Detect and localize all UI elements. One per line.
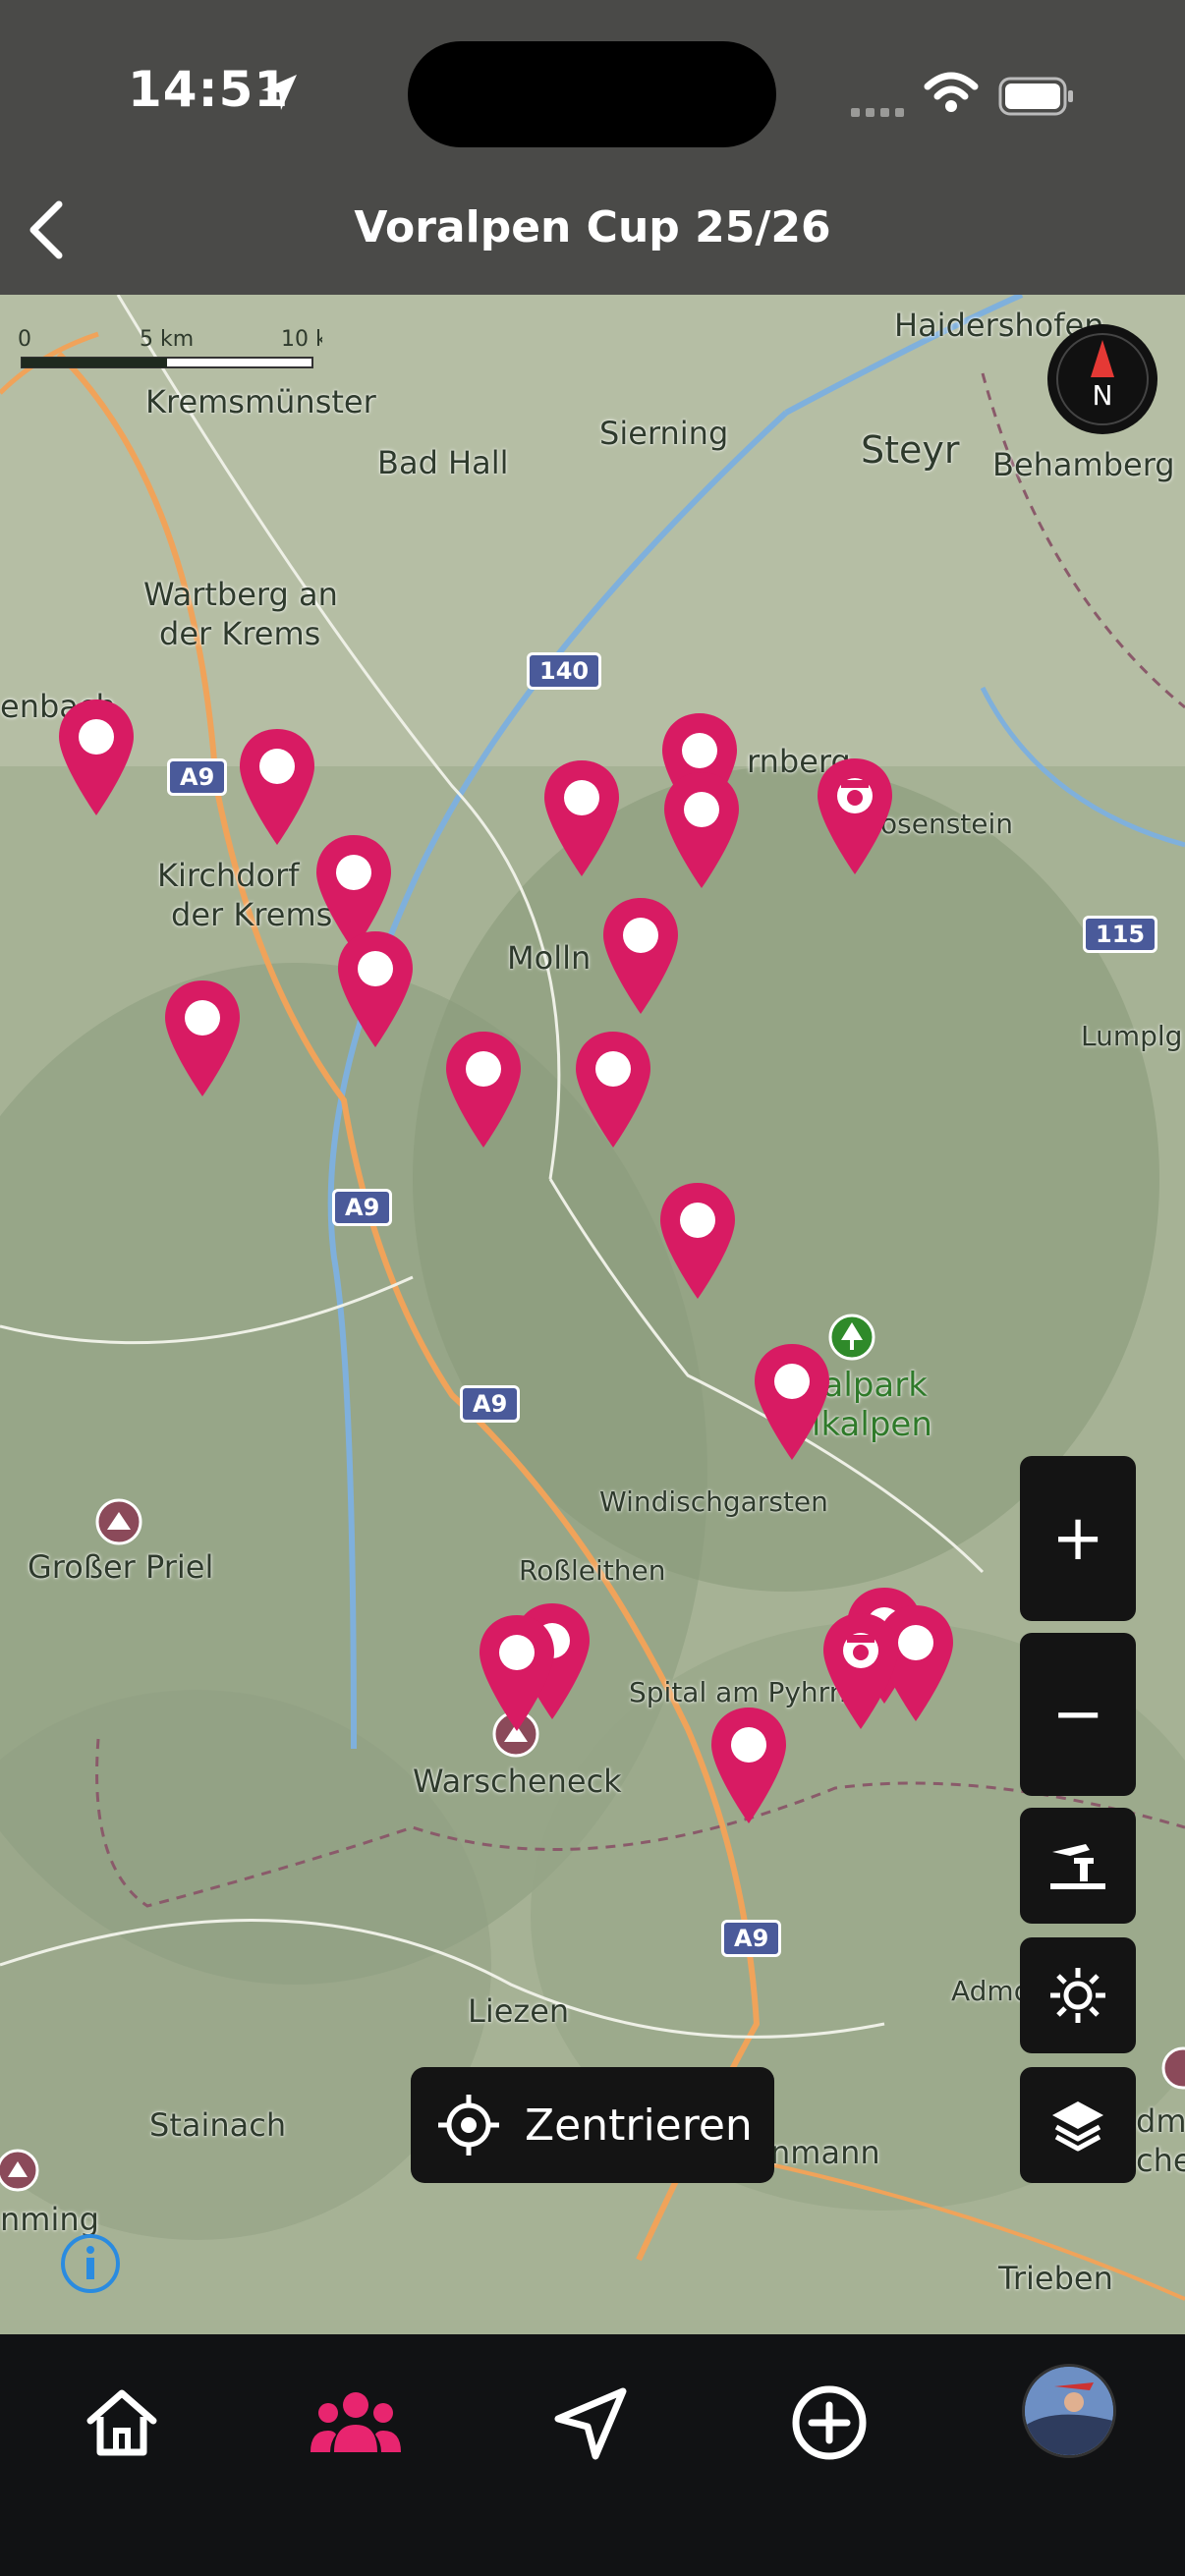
place-label: Stainach: [149, 2106, 287, 2144]
page-title: Voralpen Cup 25/26: [354, 202, 831, 252]
center-button[interactable]: Zentrieren: [411, 2067, 774, 2183]
place-label: Liezen: [468, 1992, 570, 2030]
layers-button[interactable]: [1020, 2067, 1136, 2183]
map-view[interactable]: Haidershofen Kremsmünster Bad Hall Siern…: [0, 295, 1185, 2334]
place-label: Wartberg an: [143, 576, 338, 613]
battery-icon: [998, 77, 1073, 116]
mountain-peak-icon: [0, 2149, 39, 2192]
tab-groups[interactable]: [307, 2374, 405, 2472]
place-label: Molln: [507, 939, 592, 977]
scale-label: 10 km: [281, 327, 322, 352]
tab-navigate[interactable]: [542, 2374, 641, 2472]
plus-icon: +: [1051, 1502, 1104, 1575]
place-label: Windischgarsten: [599, 1485, 828, 1518]
road-shield: 140: [527, 652, 602, 690]
navigation-icon: [554, 2387, 627, 2460]
road-shield: 115: [1083, 916, 1158, 953]
tab-home[interactable]: [73, 2374, 171, 2472]
place-label: che: [1136, 2142, 1185, 2179]
crosshair-icon: [438, 2095, 499, 2156]
road-shield: A9: [721, 1920, 782, 1957]
place-label: Lumplg: [1081, 1020, 1183, 1052]
avatar-image: [1025, 2367, 1113, 2455]
airfield-icon: [1050, 1844, 1105, 1889]
road-shield: A9: [460, 1385, 521, 1423]
zoom-out-button[interactable]: −: [1020, 1633, 1136, 1796]
thermal-button[interactable]: [1020, 1937, 1136, 2053]
mountain-peak-icon: [1161, 2046, 1185, 2090]
map-pin[interactable]: [660, 770, 743, 892]
avatar[interactable]: [1022, 2364, 1116, 2458]
place-label: Großer Priel: [28, 1548, 214, 1586]
place-label: Admo: [951, 1975, 1031, 2007]
tab-bar: [0, 2334, 1185, 2576]
map-pin[interactable]: [334, 929, 417, 1051]
scale-label: 0: [18, 327, 31, 352]
place-label: Kremsmünster: [145, 383, 376, 420]
road-shield: A9: [167, 758, 228, 796]
compass-button[interactable]: N: [1045, 322, 1159, 436]
place-label: der Krems: [171, 896, 333, 933]
location-arrow-icon: [261, 75, 297, 110]
dynamic-island: [408, 41, 776, 147]
map-pin[interactable]: [540, 758, 623, 880]
map-pin[interactable]: [236, 727, 318, 849]
place-label: Sierning: [599, 415, 729, 452]
map-pin[interactable]: [476, 1613, 558, 1735]
scale-label: 5 km: [140, 327, 194, 352]
place-label: osenstein: [880, 808, 1014, 840]
home-icon: [86, 2389, 157, 2456]
map-pin[interactable]: [442, 1030, 525, 1151]
minus-icon: −: [1051, 1678, 1104, 1751]
road-shield: A9: [332, 1189, 393, 1226]
place-label: Roßleithen: [519, 1554, 666, 1587]
place-label: Behamberg: [992, 446, 1175, 483]
place-label: Trieben: [998, 2260, 1113, 2297]
center-label: Zentrieren: [525, 2100, 753, 2151]
park-icon: [828, 1314, 875, 1361]
place-label: Kirchdorf: [157, 857, 300, 894]
scale-bar: 0 5 km 10 km: [18, 327, 322, 368]
place-label: Warscheneck: [413, 1763, 622, 1800]
place-label: der Krems: [159, 615, 321, 652]
place-label: Steyr: [861, 428, 960, 472]
compass-label: N: [1093, 379, 1113, 412]
add-circle-icon: [792, 2385, 867, 2460]
webcam-pin[interactable]: [819, 1611, 902, 1733]
place-label: dm: [1136, 2102, 1185, 2140]
header-bar: 14:51 Voralpen Cup 25/26: [0, 0, 1185, 295]
webcam-pin[interactable]: [814, 756, 896, 878]
sun-target-icon: [1050, 1968, 1105, 2023]
map-pin[interactable]: [707, 1706, 790, 1827]
wifi-icon: [924, 72, 979, 112]
airfield-button[interactable]: [1020, 1808, 1136, 1924]
map-pin[interactable]: [656, 1181, 739, 1303]
map-pin[interactable]: [55, 698, 138, 819]
mountain-peak-icon: [95, 1498, 142, 1545]
group-icon: [310, 2392, 401, 2452]
info-icon[interactable]: [59, 2232, 122, 2295]
place-label: Spital am Pyhrn: [629, 1676, 847, 1708]
place-label: nmann: [770, 2134, 880, 2171]
place-label: Bad Hall: [377, 444, 509, 481]
map-pin[interactable]: [599, 896, 682, 1018]
zoom-in-button[interactable]: +: [1020, 1456, 1136, 1621]
tab-add[interactable]: [780, 2374, 878, 2472]
map-pin[interactable]: [161, 979, 244, 1100]
map-pin[interactable]: [572, 1030, 654, 1151]
layers-icon: [1052, 2101, 1103, 2152]
cellular-signal-icon: [851, 102, 910, 121]
map-pin[interactable]: [751, 1342, 833, 1464]
